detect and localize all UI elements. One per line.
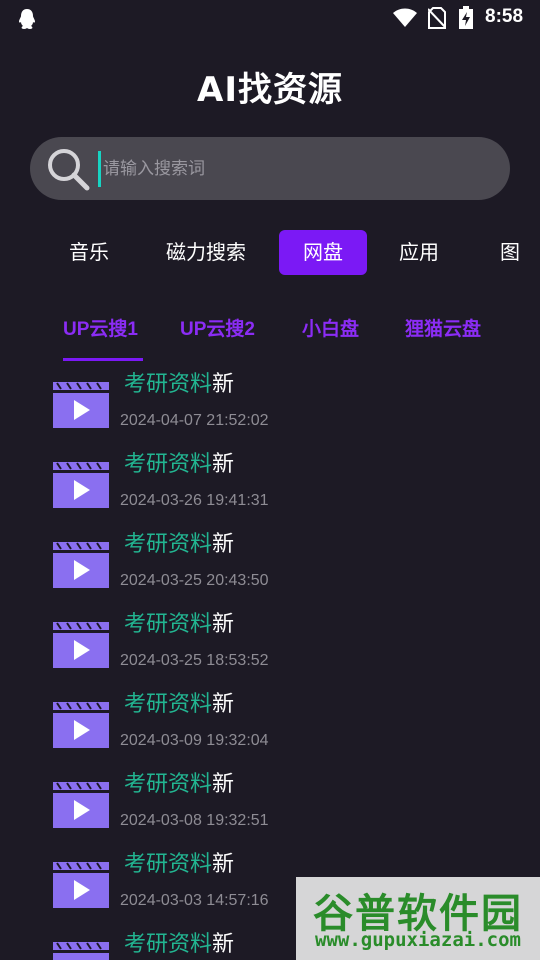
video-file-icon (53, 942, 109, 960)
list-item[interactable]: 考研资料新 2024-03-09 19:32:04 (0, 682, 540, 762)
result-date: 2024-03-25 18:53:52 (120, 652, 269, 669)
result-date: 2024-03-09 19:32:04 (120, 732, 269, 749)
tab-netdisk[interactable]: 网盘 (279, 230, 367, 275)
active-subtab-indicator (63, 358, 143, 361)
tab-magnet-search[interactable]: 磁力搜索 (156, 230, 256, 275)
result-title: 考研资料新 (124, 452, 235, 477)
tab-images[interactable]: 图 (490, 230, 530, 275)
list-item[interactable]: 考研资料新 2024-03-25 18:53:52 (0, 602, 540, 682)
result-title: 考研资料新 (124, 612, 235, 637)
result-title: 考研资料新 (124, 532, 235, 557)
subtab-limaoyunpan[interactable]: 狸猫云盘 (405, 314, 481, 341)
result-date: 2024-04-07 21:52:02 (120, 412, 269, 429)
result-title: 考研资料新 (124, 852, 235, 877)
list-item[interactable]: 考研资料新 2024-03-08 19:32:51 (0, 762, 540, 842)
subtab-xiaobaipan[interactable]: 小白盘 (302, 314, 359, 341)
list-item[interactable]: 考研资料新 2024-03-25 20:43:50 (0, 522, 540, 602)
sub-tabs: UP云搜1 UP云搜2 小白盘 狸猫云盘 (0, 308, 540, 364)
video-file-icon (53, 382, 109, 428)
watermark-url: www.gupuxiazai.com (315, 929, 521, 951)
video-file-icon (53, 542, 109, 588)
result-date: 2024-03-03 14:57:16 (120, 892, 269, 909)
video-file-icon (53, 462, 109, 508)
subtab-upyunsou1[interactable]: UP云搜1 (63, 314, 138, 341)
video-file-icon (53, 862, 109, 908)
search-input[interactable] (98, 151, 488, 187)
page-title: AI找资源 (197, 70, 343, 110)
video-file-icon (53, 702, 109, 748)
tab-music[interactable]: 音乐 (56, 230, 122, 275)
search-bar[interactable] (30, 137, 510, 200)
result-date: 2024-03-26 19:41:31 (120, 492, 269, 509)
search-icon[interactable] (44, 145, 92, 193)
subtab-upyunsou2[interactable]: UP云搜2 (180, 314, 255, 341)
category-tabs: 音乐 磁力搜索 网盘 应用 图 (0, 230, 540, 276)
video-file-icon (53, 782, 109, 828)
result-title: 考研资料新 (124, 692, 235, 717)
qq-icon (19, 9, 35, 29)
no-sim-icon (428, 7, 446, 29)
battery-charging-icon (459, 6, 473, 29)
tab-apps[interactable]: 应用 (388, 230, 450, 275)
result-date: 2024-03-25 20:43:50 (120, 572, 269, 589)
result-date: 2024-03-08 19:32:51 (120, 812, 269, 829)
result-title: 考研资料新 (124, 932, 235, 957)
watermark: 谷普软件园 www.gupuxiazai.com (296, 877, 540, 960)
video-file-icon (53, 622, 109, 668)
status-bar: 8:58 (0, 0, 540, 36)
list-item[interactable]: 考研资料新 2024-04-07 21:52:02 (0, 362, 540, 442)
wifi-icon (393, 8, 417, 27)
list-item[interactable]: 考研资料新 2024-03-26 19:41:31 (0, 442, 540, 522)
result-title: 考研资料新 (124, 772, 235, 797)
clock: 8:58 (485, 6, 524, 27)
result-title: 考研资料新 (124, 372, 235, 397)
